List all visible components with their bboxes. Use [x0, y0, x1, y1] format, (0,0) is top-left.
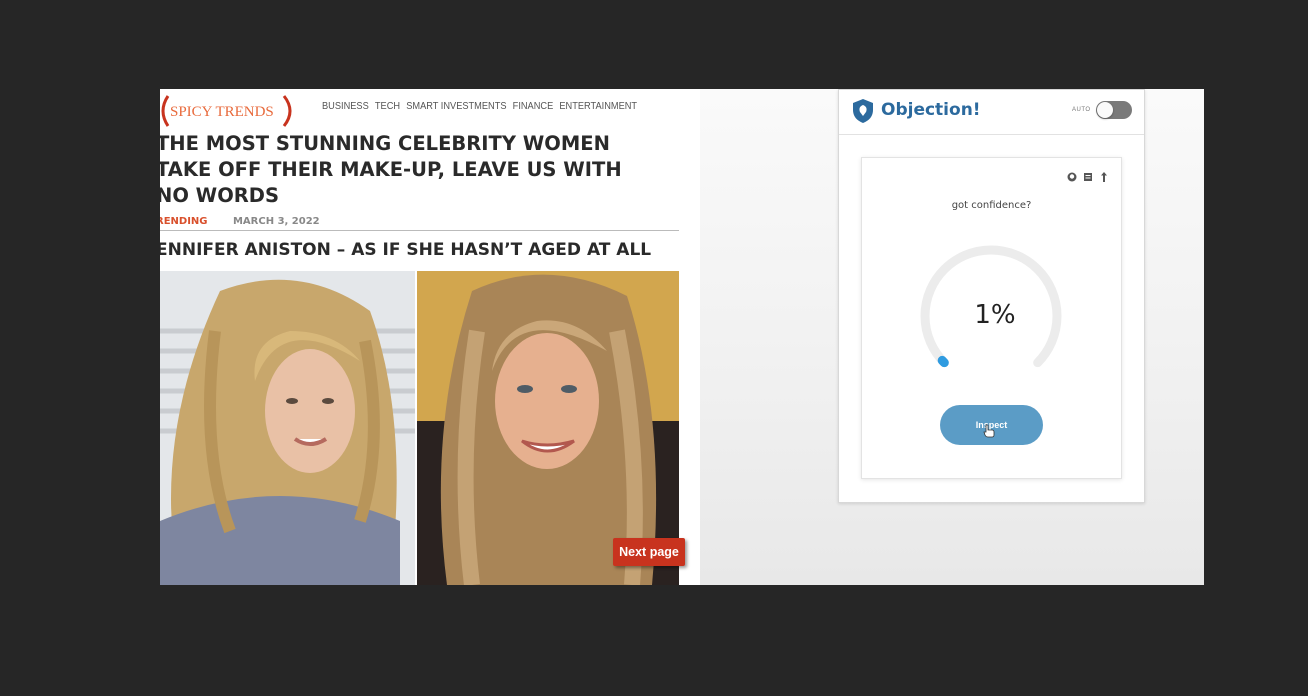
auto-label: AUTO: [1072, 107, 1091, 113]
toggle-knob: [1097, 102, 1113, 118]
headline-line-2: TAKE OFF THEIR MAKE-UP, LEAVE US WITH: [160, 158, 622, 181]
headline-line-3: NO WORDS: [160, 184, 280, 207]
confidence-question: got confidence?: [951, 200, 1032, 211]
article-meta: RENDING MARCH 3, 2022: [160, 216, 320, 227]
hand-cursor-icon: [983, 424, 995, 438]
shield-logo-icon: [853, 99, 873, 123]
extension-title: Objection!: [881, 100, 981, 120]
card-toolbar: [1067, 169, 1109, 182]
category-link[interactable]: RENDING: [160, 216, 208, 227]
next-page-button[interactable]: Next page: [613, 538, 685, 566]
nav-business[interactable]: BUSINESS: [322, 100, 369, 112]
divider: [160, 230, 679, 231]
photo-without-makeup: [160, 271, 415, 585]
auto-toggle[interactable]: [1096, 101, 1132, 119]
publish-date: MARCH 3, 2022: [232, 216, 320, 227]
extension-popup: Objection! AUTO got confidence? 1% Inspe…: [838, 89, 1145, 503]
nav-finance[interactable]: FINANCE: [513, 100, 554, 112]
popup-header: Objection! AUTO: [839, 90, 1144, 135]
screen-frame: SPICY TRENDS BUSINESS TECH SMART INVESTM…: [160, 89, 1204, 585]
top-nav: BUSINESS TECH SMART INVESTMENTS FINANCE …: [322, 100, 637, 112]
article-headline: THE MOST STUNNING CELEBRITY WOMEN TAKE O…: [160, 131, 676, 209]
github-icon[interactable]: [1067, 169, 1077, 182]
site-logo[interactable]: SPICY TRENDS: [160, 93, 298, 129]
headline-line-1: THE MOST STUNNING CELEBRITY WOMEN: [160, 132, 610, 155]
document-icon[interactable]: [1083, 169, 1093, 181]
section-heading: ENNIFER ANISTON – AS IF SHE HASN’T AGED …: [160, 240, 652, 260]
confidence-card: got confidence? 1% Inspect: [861, 157, 1122, 479]
article-page: SPICY TRENDS BUSINESS TECH SMART INVESTM…: [160, 89, 700, 585]
nav-entertainment[interactable]: ENTERTAINMENT: [559, 100, 637, 112]
nav-tech[interactable]: TECH: [375, 100, 400, 112]
confidence-percentage: 1%: [974, 300, 1016, 330]
nav-smart-investments[interactable]: SMART INVESTMENTS: [406, 100, 506, 112]
pin-icon[interactable]: [1099, 169, 1109, 182]
logo-text: SPICY TRENDS: [170, 104, 274, 120]
gauge-progress: [937, 355, 949, 368]
